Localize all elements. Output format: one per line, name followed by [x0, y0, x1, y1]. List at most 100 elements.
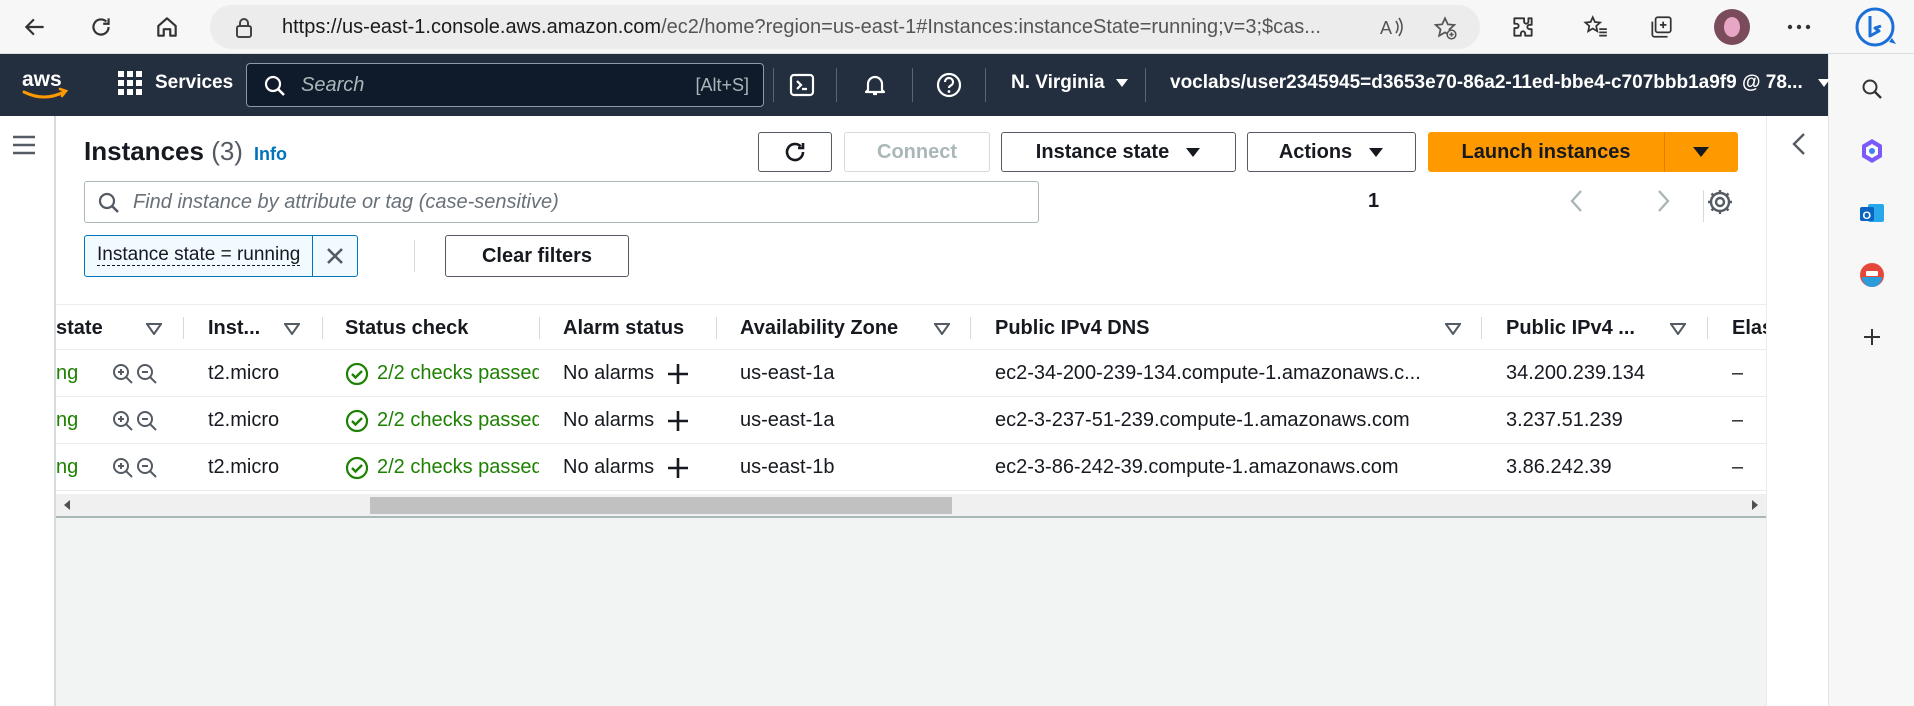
remove-filter-icon[interactable]: [313, 236, 357, 276]
column-header-status-check[interactable]: Status check: [345, 305, 468, 351]
status-check-cell[interactable]: 2/2 checks passed: [345, 350, 539, 397]
help-icon[interactable]: [932, 68, 966, 102]
connect-button[interactable]: Connect: [844, 132, 990, 172]
column-header-availability-zone[interactable]: Availability Zone: [740, 305, 898, 351]
aws-search-input[interactable]: Search [Alt+S]: [246, 63, 764, 107]
page-number[interactable]: 1: [1368, 190, 1379, 213]
info-link[interactable]: Info: [254, 144, 287, 165]
address-bar[interactable]: https://us-east-1.console.aws.amazon.com…: [210, 5, 1480, 49]
elastic-ip-cell: –: [1732, 409, 1744, 431]
next-page-icon[interactable]: [1654, 188, 1672, 214]
public-ip-cell: 3.86.242.39: [1506, 456, 1612, 478]
status-check-cell[interactable]: 2/2 checks passed: [345, 397, 539, 444]
services-menu[interactable]: Services: [117, 70, 233, 96]
sort-caret-icon[interactable]: [146, 323, 162, 335]
launch-instances-button[interactable]: Launch instances: [1428, 132, 1664, 172]
caret-down-icon: [1692, 146, 1710, 158]
refresh-button[interactable]: [758, 132, 832, 172]
instance-state-button[interactable]: Instance state: [1001, 132, 1236, 172]
url-text[interactable]: https://us-east-1.console.aws.amazon.com…: [282, 16, 1372, 39]
more-menu-icon[interactable]: [1780, 8, 1818, 46]
add-favorite-icon[interactable]: [1432, 15, 1458, 41]
add-alarm-icon[interactable]: [667, 410, 689, 432]
alarm-status-cell: No alarms: [563, 362, 655, 384]
nav-divider: [1145, 68, 1146, 102]
lock-icon[interactable]: [234, 17, 254, 39]
zoom-out-icon[interactable]: [136, 363, 158, 385]
search-icon: [263, 74, 287, 98]
add-alarm-icon[interactable]: [667, 457, 689, 479]
check-circle-icon: [345, 409, 369, 433]
outlook-icon[interactable]: O: [1853, 194, 1891, 232]
caret-down-icon: [1368, 147, 1384, 158]
settings-gear-icon[interactable]: [1706, 188, 1734, 216]
column-header-public-ipv4[interactable]: Public IPv4 ...: [1506, 305, 1635, 351]
nav-divider: [836, 68, 837, 102]
scroll-right-arrow-icon[interactable]: [1750, 499, 1760, 511]
clear-filters-button[interactable]: Clear filters: [445, 235, 629, 277]
search-shortcut: [Alt+S]: [695, 75, 749, 95]
public-ip-cell: 3.237.51.239: [1506, 409, 1623, 431]
column-header-elastic-ip[interactable]: Elas: [1732, 305, 1766, 351]
status-check-cell[interactable]: 2/2 checks passed: [345, 444, 539, 491]
collections-icon[interactable]: [1642, 8, 1680, 46]
hamburger-menu-icon[interactable]: [12, 134, 36, 156]
previous-page-icon[interactable]: [1568, 188, 1586, 214]
scroll-left-arrow-icon[interactable]: [62, 499, 72, 511]
copilot-icon[interactable]: [1853, 132, 1891, 170]
launch-label: Launch instances: [1461, 140, 1631, 163]
elastic-ip-cell: –: [1732, 456, 1744, 478]
page-title: Instances (3): [84, 136, 243, 167]
search-icon[interactable]: [1853, 70, 1891, 108]
back-icon[interactable]: [16, 8, 54, 46]
instances-table: state Inst... Status check Alarm status …: [56, 304, 1766, 494]
column-header-state[interactable]: state: [56, 305, 103, 351]
read-aloud-icon[interactable]: A: [1380, 15, 1406, 39]
launch-options-dropdown[interactable]: [1664, 132, 1738, 172]
filter-input-field[interactable]: [133, 188, 1013, 216]
aws-logo[interactable]: aws: [20, 66, 70, 102]
extensions-icon[interactable]: [1504, 8, 1542, 46]
games-icon[interactable]: [1853, 256, 1891, 294]
sort-caret-icon[interactable]: [284, 323, 300, 335]
sort-caret-icon[interactable]: [1445, 323, 1461, 335]
instance-filter[interactable]: [84, 181, 1039, 223]
profile-avatar[interactable]: [1714, 9, 1750, 45]
sort-caret-icon[interactable]: [1670, 323, 1686, 335]
refresh-icon[interactable]: [82, 8, 120, 46]
sort-caret-icon[interactable]: [934, 323, 950, 335]
instance-state-cell: ng: [56, 409, 79, 431]
scrollbar-thumb[interactable]: [370, 497, 952, 514]
cloudshell-icon[interactable]: [785, 68, 819, 102]
column-header-public-ipv4-dns[interactable]: Public IPv4 DNS: [995, 305, 1150, 351]
zoom-out-icon[interactable]: [136, 410, 158, 432]
column-header-alarm-status[interactable]: Alarm status: [563, 305, 684, 351]
instance-state-cell: ng: [56, 362, 79, 384]
favorites-icon[interactable]: [1577, 8, 1615, 46]
column-header-instance-type[interactable]: Inst...: [208, 305, 260, 351]
region-selector[interactable]: N. Virginia: [1011, 72, 1129, 94]
filter-token[interactable]: Instance state = running: [84, 235, 359, 277]
bing-chat-icon[interactable]: [1852, 4, 1898, 50]
filter-token-text: Instance state = running: [97, 244, 301, 266]
table-row[interactable]: ng t2.micro 2/2 checks passed No alarms …: [56, 350, 1766, 397]
zoom-in-icon[interactable]: [112, 363, 134, 385]
home-icon[interactable]: [148, 8, 186, 46]
add-alarm-icon[interactable]: [667, 363, 689, 385]
table-row[interactable]: ng t2.micro 2/2 checks passed No alarms …: [56, 397, 1766, 444]
notifications-bell-icon[interactable]: [858, 68, 892, 102]
chevron-left-icon[interactable]: [1790, 132, 1810, 156]
account-menu[interactable]: voclabs/user2345945=d3653e70-86a2-11ed-b…: [1170, 72, 1831, 94]
column-divider: [1481, 317, 1482, 339]
table-row[interactable]: ng t2.micro 2/2 checks passed No alarms …: [56, 444, 1766, 491]
actions-button[interactable]: Actions: [1247, 132, 1416, 172]
column-divider: [970, 317, 971, 339]
column-divider: [716, 317, 717, 339]
zoom-in-icon[interactable]: [112, 457, 134, 479]
filter-token-label[interactable]: Instance state = running: [85, 236, 314, 276]
add-sidebar-app-icon[interactable]: [1853, 318, 1891, 356]
zoom-out-icon[interactable]: [136, 457, 158, 479]
availability-zone-cell: us-east-1a: [740, 362, 835, 384]
zoom-in-icon[interactable]: [112, 410, 134, 432]
horizontal-scrollbar[interactable]: [56, 494, 1766, 516]
